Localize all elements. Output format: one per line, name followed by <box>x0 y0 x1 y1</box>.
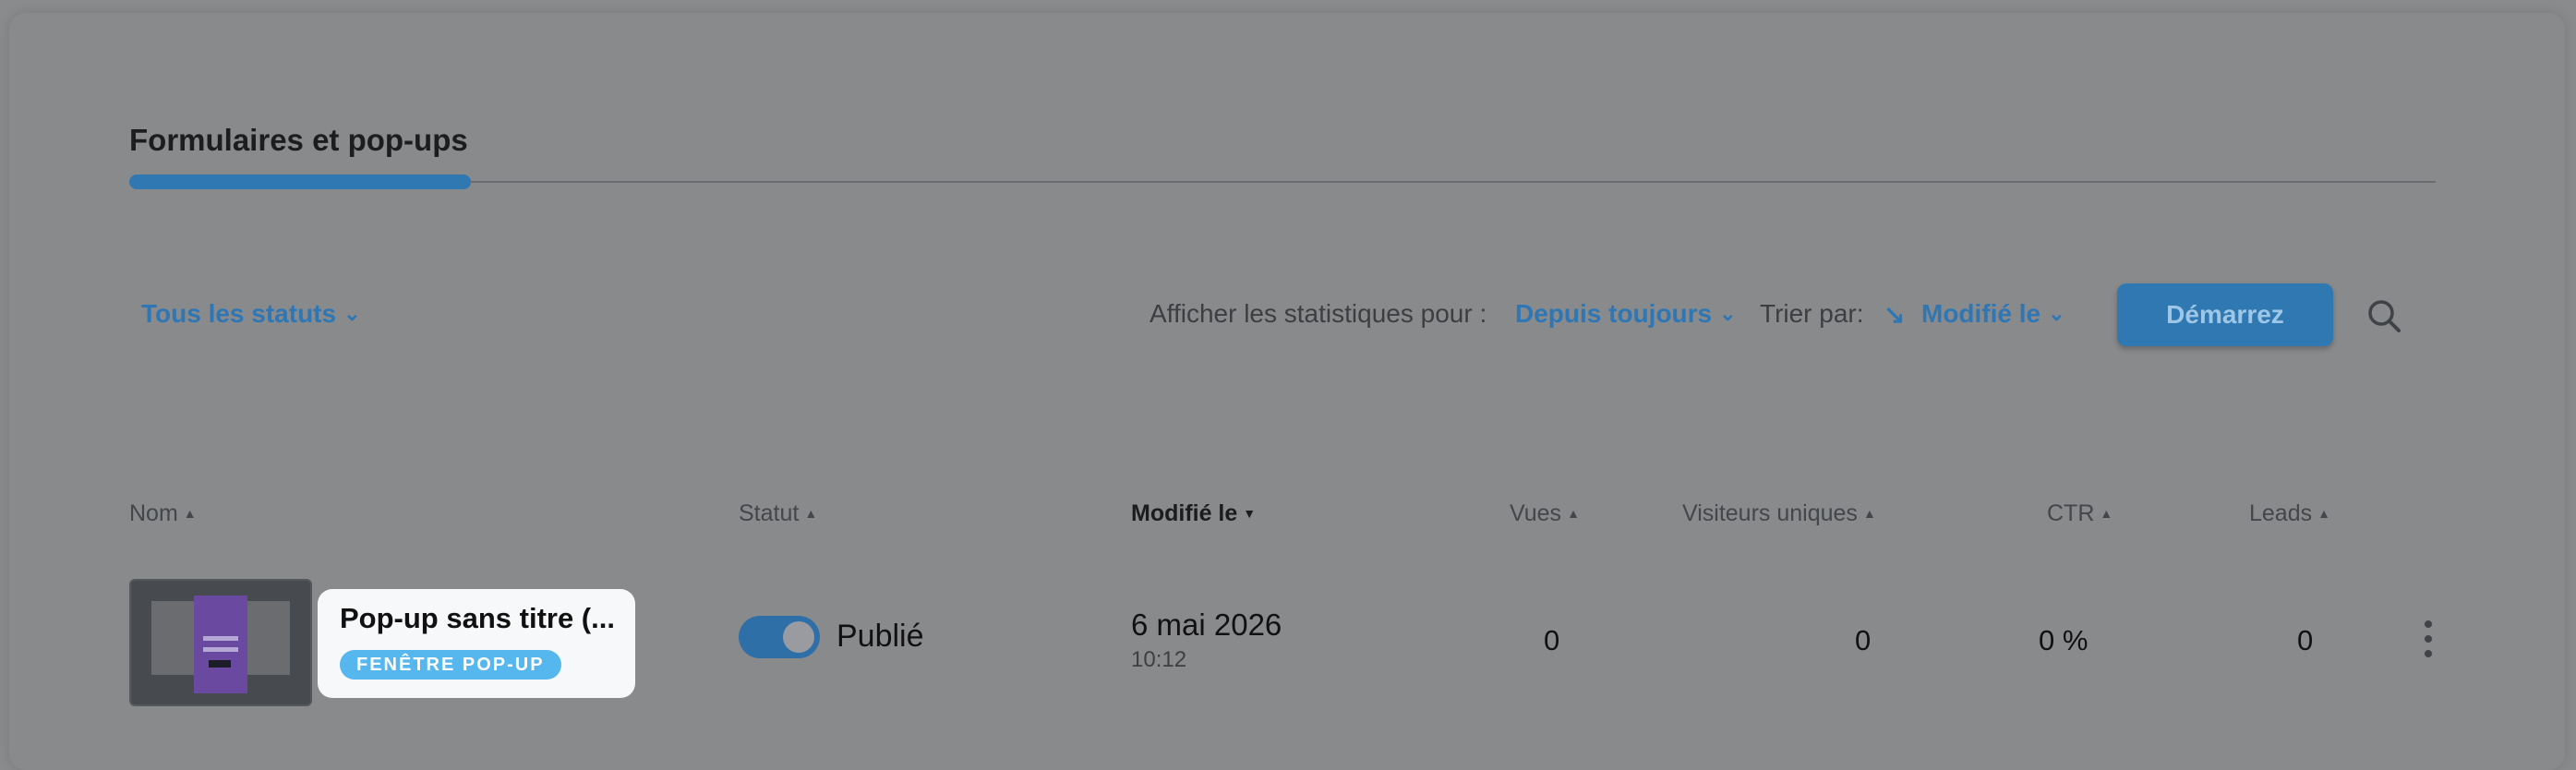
thumbnail-field <box>203 647 238 652</box>
search-icon[interactable] <box>2366 298 2401 333</box>
start-button[interactable]: Démarrez <box>2117 283 2333 346</box>
column-header-modified[interactable]: Modifié le ▼ <box>1131 500 1256 527</box>
thumbnail-field <box>203 636 238 641</box>
views-value: 0 <box>1544 624 1560 656</box>
column-header-ctr[interactable]: CTR ▲ <box>2047 500 2113 527</box>
status-filter-dropdown[interactable]: Tous les statuts ⌄ <box>141 299 361 329</box>
column-header-views[interactable]: Vues ▲ <box>1510 500 1580 527</box>
thumbnail-button <box>209 660 231 668</box>
sort-field-dropdown[interactable]: Modifié le ⌄ <box>1921 299 2065 329</box>
sort-ascending-icon: ▲ <box>1567 506 1580 521</box>
publish-toggle[interactable] <box>739 616 820 658</box>
column-header-unique-visitors[interactable]: Visiteurs uniques ▲ <box>1682 500 1876 527</box>
more-vertical-icon[interactable] <box>2425 620 2434 657</box>
ctr-value: 0 % <box>2039 624 2088 656</box>
column-header-name[interactable]: Nom ▲ <box>129 500 197 527</box>
stats-period-value: Depuis toujours <box>1515 299 1713 328</box>
sort-descending-caret-icon: ▼ <box>1243 506 1257 521</box>
active-tab-indicator <box>129 174 471 189</box>
column-header-label: Leads <box>2249 500 2313 526</box>
modified-date: 6 mai 2026 <box>1131 608 1282 642</box>
column-header-label: Nom <box>129 500 178 526</box>
tab-divider <box>129 181 2436 183</box>
unique-visitors-value: 0 <box>1855 624 1872 656</box>
column-header-label: Statut <box>739 500 800 526</box>
column-header-label: Modifié le <box>1131 500 1238 526</box>
stats-period-dropdown[interactable]: Depuis toujours ⌄ <box>1515 299 1737 329</box>
column-header-label: Vues <box>1510 500 1562 526</box>
page-title: Formulaires et pop-ups <box>129 123 468 157</box>
sort-descending-icon[interactable]: ↘ <box>1884 299 1905 330</box>
chevron-down-icon: ⌄ <box>343 302 361 325</box>
sort-ascending-icon: ▲ <box>804 506 818 521</box>
sort-field-value: Modifié le <box>1921 299 2041 328</box>
sort-ascending-icon: ▲ <box>183 506 197 521</box>
column-header-leads[interactable]: Leads ▲ <box>2249 500 2330 527</box>
status-label: Publié <box>837 619 924 654</box>
column-header-label: CTR <box>2047 500 2095 526</box>
popup-name[interactable]: Pop-up sans titre (... <box>340 602 615 635</box>
column-header-status[interactable]: Statut ▲ <box>739 500 817 527</box>
stats-period-label: Afficher les statistiques pour : <box>1150 299 1487 328</box>
leads-value: 0 <box>2297 624 2314 656</box>
popup-thumbnail[interactable] <box>129 579 312 706</box>
chevron-down-icon: ⌄ <box>1719 302 1737 325</box>
sort-ascending-icon: ▲ <box>1862 506 1876 521</box>
sort-label: Trier par: <box>1760 299 1864 328</box>
sort-ascending-icon: ▲ <box>2100 506 2113 521</box>
popup-type-badge: FENÊTRE POP-UP <box>340 650 561 680</box>
column-header-label: Visiteurs uniques <box>1682 500 1858 526</box>
thumbnail-popup-preview <box>194 596 247 693</box>
sort-ascending-icon: ▲ <box>2317 506 2330 521</box>
status-filter-label: Tous les statuts <box>141 299 337 328</box>
toggle-knob <box>783 621 814 653</box>
chevron-down-icon: ⌄ <box>2048 302 2065 325</box>
modified-time: 10:12 <box>1131 647 1187 672</box>
